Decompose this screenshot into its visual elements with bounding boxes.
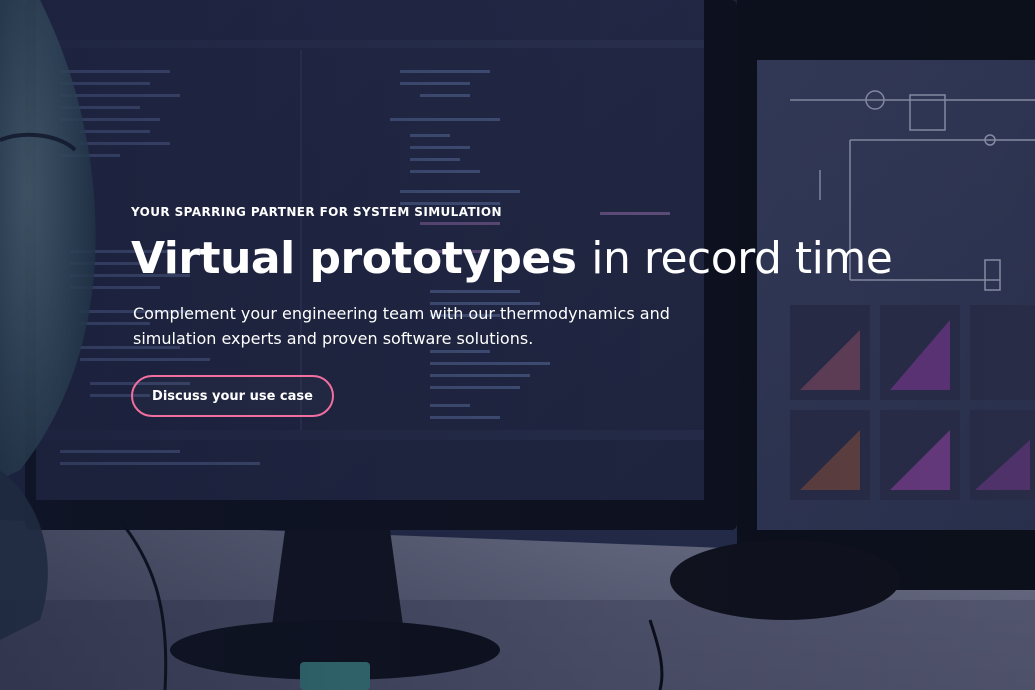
headline-strong: Virtual prototypes: [131, 233, 577, 284]
discuss-use-case-button[interactable]: Discuss your use case: [131, 375, 334, 417]
hero-section: YOUR SPARRING PARTNER FOR SYSTEM SIMULAT…: [0, 0, 1035, 690]
headline-light: in record time: [591, 233, 893, 284]
hero-eyebrow: YOUR SPARRING PARTNER FOR SYSTEM SIMULAT…: [131, 205, 502, 219]
hero-lead-text: Complement your engineering team with ou…: [133, 304, 670, 348]
hero-content: YOUR SPARRING PARTNER FOR SYSTEM SIMULAT…: [131, 205, 991, 417]
hero-headline: Virtual prototypes in record time: [131, 231, 991, 287]
